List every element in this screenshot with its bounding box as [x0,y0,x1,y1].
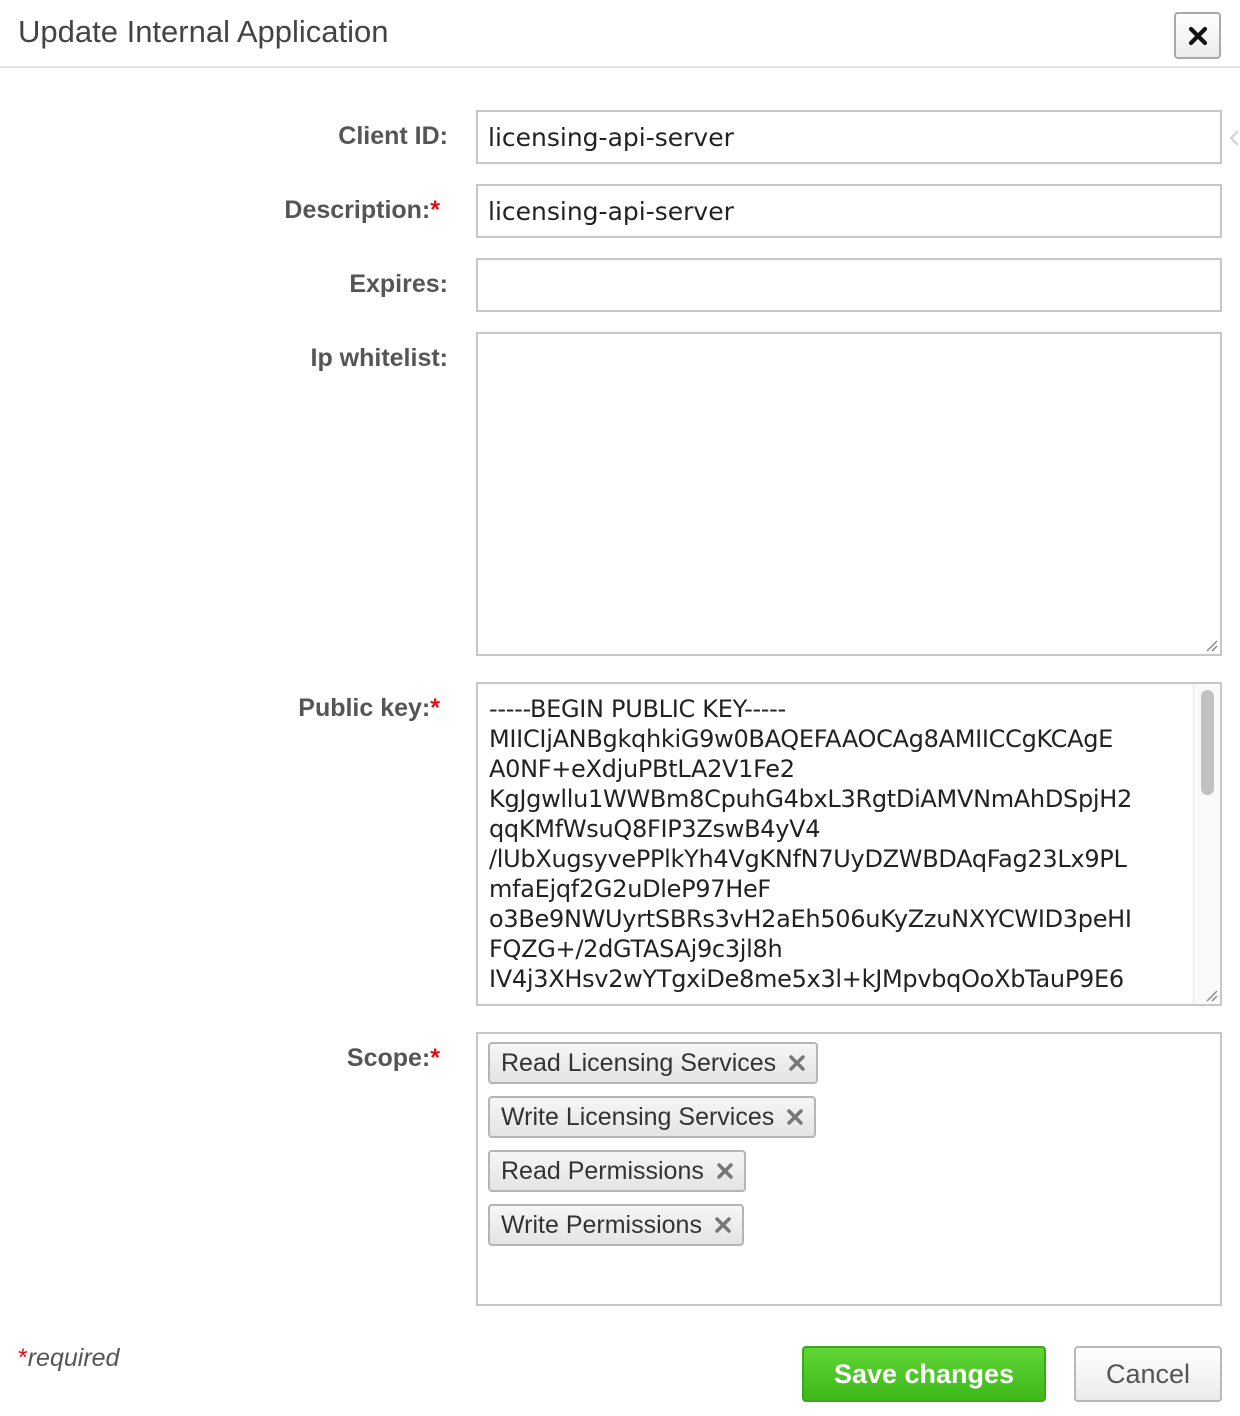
scope-label: Scope:* [346,1044,440,1072]
remove-tag-icon[interactable] [714,1216,732,1234]
scope-tag-label: Read Licensing Services [501,1048,777,1077]
required-note: *required [18,1344,119,1373]
scope-tag-label: Write Permissions [501,1210,702,1239]
chevron-left-icon [1229,130,1239,146]
required-asterisk: * [18,1344,28,1372]
update-application-dialog: Update Internal Application Client ID: D… [0,0,1240,1416]
expires-label: Expires: [349,270,448,298]
remove-tag-icon[interactable] [788,1054,806,1072]
resize-grip-icon[interactable] [1204,638,1218,652]
required-note-text: required [27,1344,120,1372]
save-button-label: Save changes [833,1358,1015,1389]
resize-grip-icon[interactable] [1204,988,1218,1002]
scope-tag: Read Licensing Services [488,1042,819,1084]
scrollbar-thumb[interactable] [1201,690,1214,795]
scope-tag-label: Write Licensing Services [501,1102,775,1131]
close-icon [1188,26,1207,45]
scope-tag: Write Licensing Services [488,1096,817,1138]
required-asterisk: * [430,196,440,224]
cancel-button[interactable]: Cancel [1074,1346,1222,1402]
scope-tag: Write Permissions [488,1204,744,1246]
public-key-label: Public key:* [298,694,440,722]
description-input[interactable] [476,184,1222,238]
dialog-header: Update Internal Application [0,0,1240,68]
scope-tag-label: Read Permissions [501,1156,704,1185]
ip-whitelist-label: Ip whitelist: [310,344,449,372]
remove-tag-icon[interactable] [786,1108,804,1126]
cancel-button-label: Cancel [1105,1358,1191,1389]
public-key-value: -----BEGIN PUBLIC KEY----- MIICIjANBgkqh… [489,695,1132,993]
public-key-scrollbar[interactable] [1193,684,1220,1004]
ip-whitelist-textarea[interactable] [476,332,1222,656]
dialog-title: Update Internal Application [18,14,389,49]
required-asterisk: * [430,1044,440,1072]
client-id-input[interactable] [476,110,1222,164]
required-asterisk: * [430,694,440,722]
client-id-label: Client ID: [338,122,448,150]
scope-multiselect[interactable]: Read Licensing Services Write Licensing … [476,1032,1222,1306]
expires-input[interactable] [476,258,1222,312]
save-button[interactable]: Save changes [802,1346,1046,1402]
close-button[interactable] [1174,12,1221,59]
public-key-textarea[interactable]: -----BEGIN PUBLIC KEY----- MIICIjANBgkqh… [476,682,1222,1006]
remove-tag-icon[interactable] [716,1162,734,1180]
description-label: Description:* [284,196,440,224]
scope-tag: Read Permissions [488,1150,746,1192]
